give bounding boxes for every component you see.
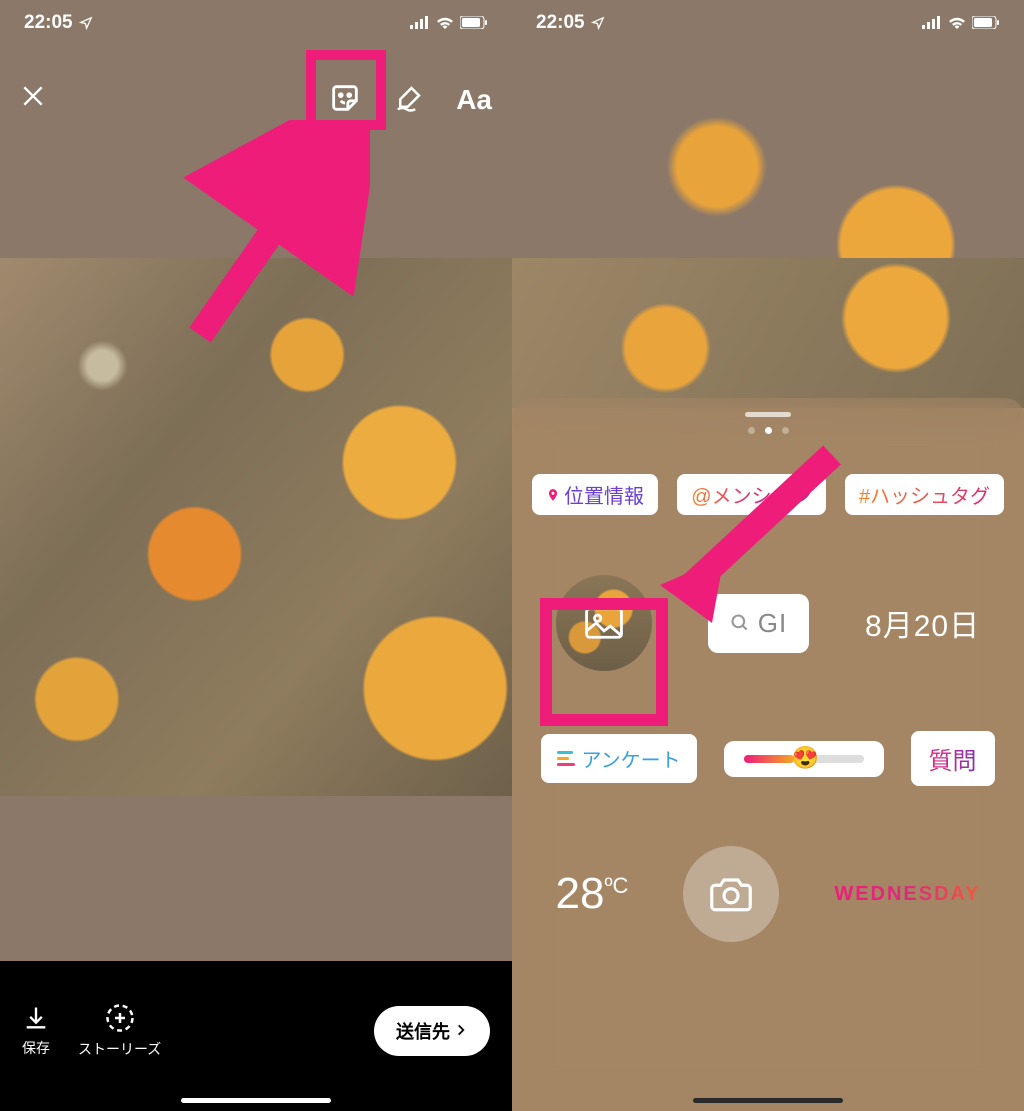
wifi-icon xyxy=(436,16,454,29)
save-button[interactable]: 保存 xyxy=(22,1004,50,1058)
poll-sticker[interactable]: アンケート xyxy=(541,734,696,783)
page-dots[interactable] xyxy=(530,427,1006,434)
weekday-sticker[interactable]: WEDNESDAY xyxy=(834,883,980,906)
location-sticker[interactable]: 位置情報 xyxy=(532,474,658,515)
camera-sticker[interactable] xyxy=(683,846,779,942)
annotation-arrow-right xyxy=(642,435,852,630)
annotation-highlight-sticker xyxy=(306,50,386,130)
date-label: 8月20日 xyxy=(865,610,980,643)
date-sticker[interactable]: 8月20日 xyxy=(865,601,980,645)
poll-icon xyxy=(557,751,575,766)
status-time: 22:05 xyxy=(24,12,73,34)
home-indicator[interactable] xyxy=(693,1098,843,1103)
slider-track: 😍 xyxy=(744,755,864,763)
bg-bottom xyxy=(0,796,512,966)
camera-icon xyxy=(710,876,752,912)
question-sticker[interactable]: 質問 xyxy=(911,731,995,786)
sheet-grabber[interactable] xyxy=(745,412,791,417)
location-arrow-icon xyxy=(591,16,605,30)
location-arrow-icon xyxy=(79,16,93,30)
temperature-unit: ºC xyxy=(604,873,628,898)
send-to-button[interactable]: 送信先 xyxy=(374,1006,490,1056)
signal-icon xyxy=(922,16,942,29)
poll-label: アンケート xyxy=(581,744,680,773)
temperature-value: 28 xyxy=(555,869,604,918)
hashtag-label: #ハッシュタグ xyxy=(859,480,990,509)
pin-icon xyxy=(546,486,560,504)
send-label: 送信先 xyxy=(396,1018,450,1044)
heart-eyes-emoji-icon: 😍 xyxy=(792,745,819,771)
home-indicator[interactable] xyxy=(181,1098,331,1103)
draw-button[interactable] xyxy=(394,83,424,118)
sticker-tray-screen: 22:05 位置情報 @メンション #ハッシュタグ xyxy=(512,0,1024,1111)
text-tool-button[interactable]: Aa xyxy=(456,84,492,116)
stories-label: ストーリーズ xyxy=(78,1039,161,1059)
status-bar: 22:05 xyxy=(512,0,1024,45)
battery-icon xyxy=(460,16,488,29)
close-button[interactable] xyxy=(20,83,46,117)
bottom-actions: 保存 ストーリーズ 送信先 xyxy=(0,981,512,1081)
temperature-sticker[interactable]: 28ºC xyxy=(555,869,628,919)
dot[interactable] xyxy=(782,427,789,434)
story-photo xyxy=(512,258,1024,408)
question-label: 質問 xyxy=(929,748,977,775)
status-bar: 22:05 xyxy=(0,0,512,45)
chevron-right-icon xyxy=(454,1021,468,1042)
dot-active[interactable] xyxy=(765,427,772,434)
signal-icon xyxy=(410,16,430,29)
location-label: 位置情報 xyxy=(564,480,644,509)
battery-icon xyxy=(972,16,1000,29)
save-label: 保存 xyxy=(22,1038,50,1058)
status-time: 22:05 xyxy=(536,12,585,34)
dot[interactable] xyxy=(748,427,755,434)
emoji-slider-sticker[interactable]: 😍 xyxy=(724,741,884,777)
hashtag-sticker[interactable]: #ハッシュタグ xyxy=(845,474,1004,515)
wifi-icon xyxy=(948,16,966,29)
stories-button[interactable]: ストーリーズ xyxy=(78,1003,161,1059)
annotation-arrow-left xyxy=(170,120,370,350)
weekday-label: WEDNESDAY xyxy=(834,883,980,905)
story-editor-screen: 22:05 Aa xyxy=(0,0,512,1111)
